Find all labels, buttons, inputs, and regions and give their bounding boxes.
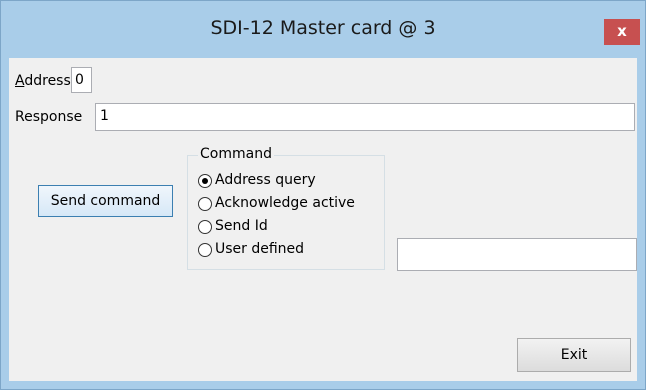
send-command-button[interactable]: Send command: [38, 185, 173, 217]
response-label: Response: [15, 109, 83, 125]
radio-acknowledge-active-label: Acknowledge active: [215, 195, 355, 211]
response-field[interactable]: 1: [95, 103, 635, 131]
address-label: Address: [15, 73, 71, 89]
radio-address-query-circle[interactable]: [198, 174, 212, 188]
close-button[interactable]: x: [604, 19, 640, 45]
dialog-window: SDI-12 Master card @ 3 x Address 0 Respo…: [0, 0, 646, 390]
user-defined-command-input[interactable]: [397, 238, 637, 271]
client-area: Address 0 Response 1 Send command Comman…: [9, 58, 637, 381]
radio-send-id-circle[interactable]: [198, 220, 212, 234]
command-group-title: Command: [198, 146, 274, 162]
window-title: SDI-12 Master card @ 3: [210, 17, 436, 39]
radio-address-query-label: Address query: [215, 172, 316, 188]
title-bar[interactable]: SDI-12 Master card @ 3 x: [1, 1, 645, 49]
address-input[interactable]: 0: [71, 67, 92, 93]
radio-selected-dot: [202, 178, 208, 184]
radio-send-id-label: Send Id: [215, 218, 268, 234]
radio-user-defined-circle[interactable]: [198, 243, 212, 257]
radio-user-defined-label: User defined: [215, 241, 305, 257]
exit-button[interactable]: Exit: [517, 338, 631, 372]
close-icon: x: [617, 22, 627, 40]
radio-acknowledge-active-circle[interactable]: [198, 197, 212, 211]
